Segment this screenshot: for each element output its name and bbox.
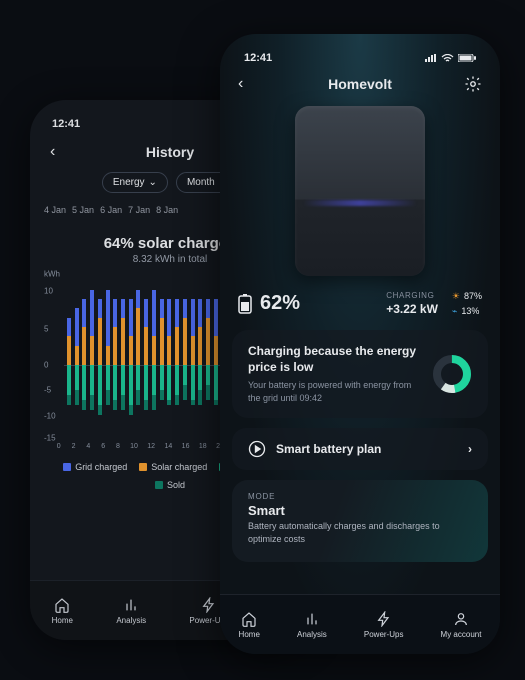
chevron-down-icon: ⌄ bbox=[149, 177, 157, 188]
battery-percent: 62% bbox=[238, 292, 300, 315]
chevron-right-icon: › bbox=[468, 442, 472, 456]
back-button[interactable]: ‹ bbox=[50, 143, 55, 161]
battery-icon bbox=[238, 294, 252, 314]
y-tick: -5 bbox=[44, 386, 51, 395]
y-tick: 10 bbox=[44, 287, 53, 296]
battery-icon bbox=[458, 54, 476, 62]
tab-bar: Home Analysis Power-Ups My account bbox=[220, 594, 500, 654]
legend-sold: Sold bbox=[155, 480, 185, 490]
donut-icon bbox=[432, 354, 472, 394]
status-bar: 12:41 bbox=[232, 48, 488, 68]
tab-account[interactable]: My account bbox=[441, 611, 482, 639]
tab-powerups[interactable]: Power-Ups bbox=[364, 611, 404, 639]
grid-icon: ⌁ bbox=[452, 305, 457, 318]
legend-grid: Grid charged bbox=[63, 462, 127, 472]
y-tick: -10 bbox=[44, 411, 56, 420]
reason-title: Charging because the energy price is low bbox=[248, 344, 420, 375]
reason-sub: Your battery is powered with energy from… bbox=[248, 379, 420, 404]
charging-stats: CHARGING +3.22 kW ☀87% ⌁13% bbox=[386, 290, 482, 318]
grid-share: ⌁13% bbox=[452, 305, 482, 318]
reason-card[interactable]: Charging because the energy price is low… bbox=[232, 330, 488, 418]
tab-home[interactable]: Home bbox=[239, 611, 260, 639]
homevolt-screen: 12:41 ‹ Homevolt 62% CHARGING +3.22 kW bbox=[220, 34, 500, 654]
sun-icon: ☀ bbox=[452, 290, 460, 303]
solar-share: ☀87% bbox=[452, 290, 482, 303]
page-title: Homevolt bbox=[328, 76, 392, 92]
tab-home[interactable]: Home bbox=[52, 597, 73, 625]
y-tick: -15 bbox=[44, 433, 56, 442]
legend-solar: Solar charged bbox=[139, 462, 207, 472]
settings-button[interactable] bbox=[464, 75, 482, 93]
filter-energy[interactable]: Energy ⌄ bbox=[102, 172, 168, 193]
wifi-icon bbox=[441, 54, 454, 63]
play-circle-icon bbox=[248, 440, 266, 458]
signal-icon bbox=[425, 54, 437, 62]
mode-card[interactable]: MODE Smart Battery automatically charges… bbox=[232, 480, 488, 561]
device-image bbox=[295, 106, 425, 276]
gear-icon bbox=[464, 75, 482, 93]
smart-plan-link[interactable]: Smart battery plan › bbox=[232, 428, 488, 470]
tab-analysis[interactable]: Analysis bbox=[116, 597, 146, 625]
homevolt-header: ‹ Homevolt bbox=[232, 76, 488, 92]
page-title: History bbox=[146, 144, 194, 160]
status-time: 12:41 bbox=[244, 52, 272, 64]
status-time: 12:41 bbox=[52, 118, 80, 130]
y-tick: 0 bbox=[44, 360, 48, 369]
y-tick: 5 bbox=[44, 324, 48, 333]
status-icons bbox=[425, 54, 476, 63]
stats-row: 62% CHARGING +3.22 kW ☀87% ⌁13% bbox=[232, 290, 488, 318]
tab-analysis[interactable]: Analysis bbox=[297, 611, 327, 639]
back-button[interactable]: ‹ bbox=[238, 75, 243, 93]
y-unit: kWh bbox=[44, 270, 60, 279]
